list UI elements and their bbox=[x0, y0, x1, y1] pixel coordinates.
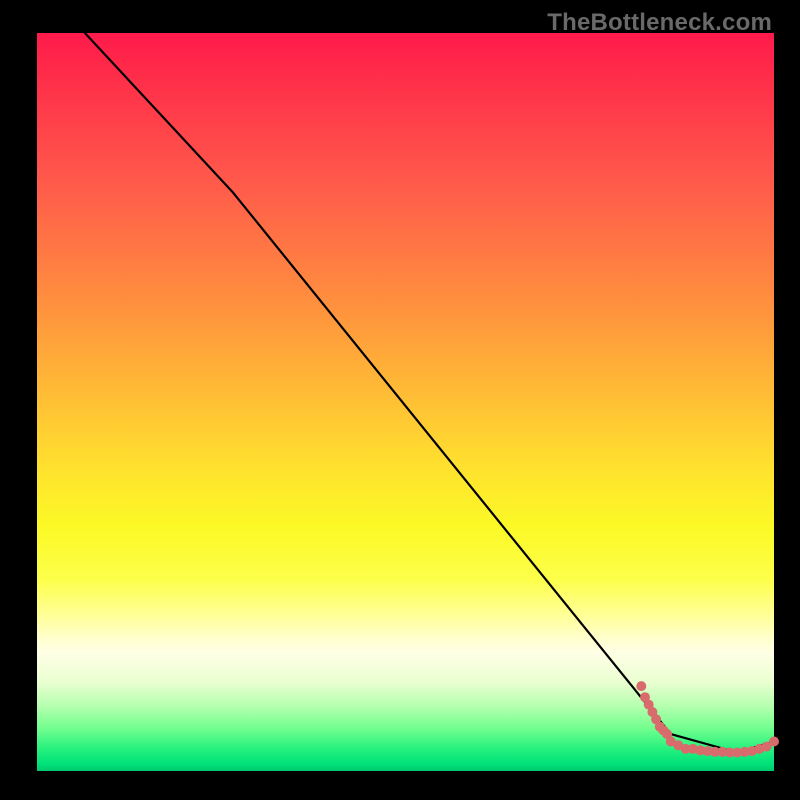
data-point bbox=[769, 737, 779, 747]
data-point bbox=[636, 681, 646, 691]
data-point-group bbox=[636, 681, 779, 757]
curve-line bbox=[85, 33, 774, 753]
chart-svg bbox=[37, 33, 774, 771]
